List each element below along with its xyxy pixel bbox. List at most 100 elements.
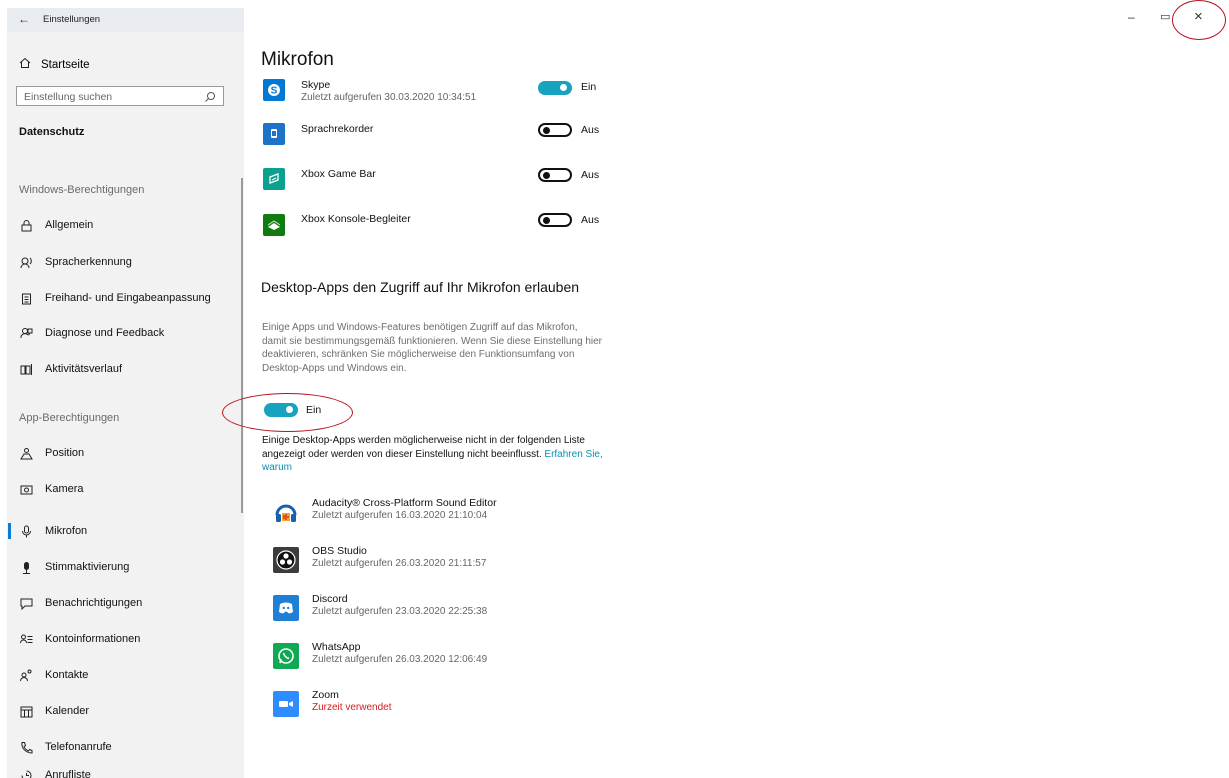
sidebar-item-diagnose[interactable]: Diagnose und Feedback — [19, 324, 164, 342]
timeline-icon — [19, 362, 33, 376]
sidebar-item-kamera[interactable]: Kamera — [19, 480, 84, 498]
contacts-icon — [19, 668, 33, 682]
category-title: Datenschutz — [19, 126, 85, 138]
sidebar-item-stimmaktivierung[interactable]: Stimmaktivierung — [19, 558, 129, 576]
position-icon — [19, 446, 33, 460]
voice-recorder-icon — [263, 123, 285, 145]
zoom-icon — [273, 691, 299, 717]
sidebar-item-allgemein[interactable]: Allgemein — [19, 216, 93, 234]
toggle-state: Aus — [581, 169, 600, 181]
sidebar: ← Einstellungen Startseite Einstellung s… — [7, 8, 244, 778]
sidebar-item-label: Mikrofon — [45, 525, 88, 537]
obs-icon — [273, 547, 299, 573]
active-indicator — [8, 523, 11, 539]
app-row-sprachrekorder: Sprachrekorder Aus — [263, 123, 623, 151]
page-title: Mikrofon — [261, 49, 334, 70]
search-icon[interactable] — [204, 90, 216, 102]
xbox-companion-icon — [263, 214, 285, 236]
app-name: Sprachrekorder — [301, 123, 374, 135]
title-bar: ← Einstellungen — [7, 8, 244, 32]
sidebar-item-telefonanrufe[interactable]: Telefonanrufe — [19, 738, 112, 756]
sidebar-item-label: Diagnose und Feedback — [45, 327, 165, 339]
sidebar-item-spracherkennung[interactable]: Spracherkennung — [19, 253, 132, 271]
sidebar-item-label: Kalender — [45, 705, 90, 717]
sidebar-item-kalender[interactable]: Kalender — [19, 702, 89, 720]
xbox-konsole-toggle[interactable] — [538, 213, 572, 227]
sidebar-item-label: Spracherkennung — [45, 256, 132, 268]
desktop-app-discord: Discord Zuletzt aufgerufen 23.03.2020 22… — [273, 593, 613, 623]
desktop-app-audacity: Audacity® Cross-Platform Sound Editor Zu… — [273, 497, 613, 527]
sidebar-item-anrufliste[interactable]: Anrufliste — [19, 766, 91, 778]
sidebar-item-position[interactable]: Position — [19, 444, 84, 462]
app-last-accessed: Zuletzt aufgerufen 16.03.2020 21:10:04 — [312, 510, 488, 521]
desktop-apps-description: Einige Apps und Windows-Features benötig… — [262, 322, 602, 374]
home-icon — [19, 57, 31, 72]
sidebar-item-label: Telefonanrufe — [45, 741, 112, 753]
app-name: OBS Studio — [312, 545, 367, 557]
sidebar-item-label: Kontoinformationen — [45, 633, 141, 645]
app-row-skype: S Skype Zuletzt aufgerufen 30.03.2020 10… — [263, 79, 623, 107]
discord-icon — [273, 595, 299, 621]
sidebar-item-label: Kontakte — [45, 669, 89, 681]
desktop-toggle-state: Ein — [306, 404, 322, 416]
app-last-accessed: Zuletzt aufgerufen 26.03.2020 21:11:57 — [312, 558, 487, 569]
desktop-apps-heading: Desktop-Apps den Zugriff auf Ihr Mikrofo… — [261, 279, 580, 295]
sprachrekorder-toggle[interactable] — [538, 123, 572, 137]
sidebar-item-aktivitaetsverlauf[interactable]: Aktivitätsverlauf — [19, 360, 122, 378]
note-text: Einige Desktop-Apps werden möglicherweis… — [262, 435, 585, 460]
lock-icon — [19, 218, 33, 232]
app-name: WhatsApp — [312, 641, 361, 653]
windows-permissions-header: Windows-Berechtigungen — [19, 184, 145, 196]
sidebar-item-label: Position — [45, 447, 85, 459]
sidebar-item-mikrofon[interactable]: Mikrofon — [19, 522, 87, 540]
search-input[interactable]: Einstellung suchen — [16, 86, 224, 106]
clipboard-icon — [19, 291, 33, 305]
restore-button[interactable]: ▭ — [1160, 10, 1170, 23]
desktop-apps-toggle[interactable] — [264, 403, 298, 417]
desktop-app-whatsapp: WhatsApp Zuletzt aufgerufen 26.03.2020 1… — [273, 641, 613, 671]
sidebar-item-kontoinformationen[interactable]: Kontoinformationen — [19, 630, 140, 648]
xbox-game-bar-toggle[interactable] — [538, 168, 572, 182]
sidebar-item-label: Freihand- und Eingabeanpassung — [45, 292, 211, 304]
toggle-state: Aus — [581, 214, 600, 226]
skype-icon: S — [263, 79, 285, 101]
sidebar-item-kontakte[interactable]: Kontakte — [19, 666, 88, 684]
microphone-icon — [19, 524, 33, 538]
search-placeholder: Einstellung suchen — [24, 91, 113, 103]
app-last-accessed: Zuletzt aufgerufen 23.03.2020 22:25:38 — [312, 606, 488, 617]
toggle-knob — [543, 216, 550, 224]
app-last-accessed: Zuletzt aufgerufen 26.03.2020 12:06:49 — [312, 654, 488, 665]
toggle-knob — [286, 406, 293, 413]
calendar-icon — [19, 704, 33, 718]
sidebar-item-benachrichtigungen[interactable]: Benachrichtigungen — [19, 594, 142, 612]
back-arrow-icon[interactable]: ← — [18, 12, 30, 26]
camera-icon — [19, 482, 33, 496]
app-name: Zoom — [312, 689, 339, 701]
phone-icon — [19, 740, 33, 754]
account-info-icon — [19, 632, 33, 646]
audacity-icon — [273, 499, 299, 525]
app-name: Discord — [312, 593, 348, 605]
home-link[interactable]: Startseite — [19, 57, 90, 72]
app-name: Xbox Konsole-Begleiter — [301, 213, 411, 225]
home-label: Startseite — [41, 58, 90, 71]
sidebar-scrollbar[interactable] — [241, 178, 243, 513]
app-in-use-status: Zurzeit verwendet — [312, 702, 392, 713]
notification-icon — [19, 596, 33, 610]
sidebar-item-label: Kamera — [45, 483, 84, 495]
toggle-knob — [543, 171, 550, 179]
sidebar-item-label: Benachrichtigungen — [45, 597, 143, 609]
sidebar-item-label: Stimmaktivierung — [45, 561, 130, 573]
skype-toggle[interactable] — [538, 81, 572, 95]
whatsapp-icon — [273, 643, 299, 669]
xbox-game-bar-icon — [263, 168, 285, 190]
call-history-icon — [19, 768, 33, 778]
minimize-button[interactable]: – — [1128, 10, 1135, 24]
sidebar-item-freihand[interactable]: Freihand- und Eingabeanpassung — [19, 289, 211, 307]
toggle-knob — [543, 126, 550, 134]
app-permissions-header: App-Berechtigungen — [19, 412, 120, 424]
app-name: Audacity® Cross-Platform Sound Editor — [312, 497, 497, 509]
sidebar-item-label: Allgemein — [45, 219, 94, 231]
app-last-accessed: Zuletzt aufgerufen 30.03.2020 10:34:51 — [301, 92, 477, 103]
close-button[interactable]: × — [1194, 8, 1203, 25]
